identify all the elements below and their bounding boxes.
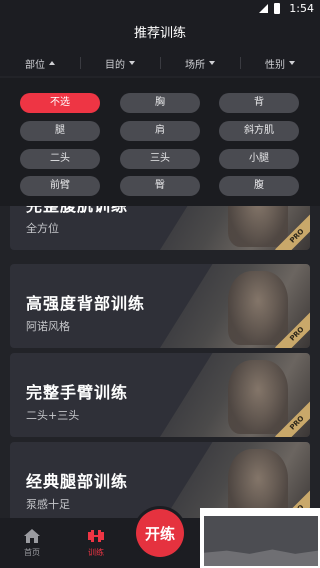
- status-bar: 1:54: [0, 0, 320, 18]
- filter-label: 目的: [105, 59, 125, 71]
- battery-icon: [274, 3, 280, 14]
- filter-location[interactable]: 场所: [160, 50, 240, 76]
- workout-title: 经典腿部训练: [26, 472, 129, 491]
- header: 推荐训练: [0, 18, 320, 50]
- workout-title: 高强度背部训练: [26, 294, 146, 313]
- tab-label: 首页: [24, 548, 40, 557]
- filter-goal[interactable]: 目的: [80, 50, 160, 76]
- chip-chest[interactable]: 胸: [120, 93, 200, 113]
- home-icon: [24, 529, 40, 543]
- caret-up-icon: [49, 61, 55, 65]
- workout-title: 完整手臂训练: [26, 383, 129, 402]
- filter-label: 部位: [25, 59, 45, 71]
- chip-shoulders[interactable]: 肩: [120, 121, 200, 141]
- filter-body-part[interactable]: 部位: [0, 50, 80, 76]
- chip-forearms[interactable]: 前臂: [20, 176, 100, 196]
- chip-glutes[interactable]: 臀: [120, 176, 200, 196]
- workout-card[interactable]: 高强度背部训练 阿诺风格 PRO: [10, 264, 310, 348]
- filter-label: 场所: [185, 59, 205, 71]
- filter-label: 性别: [265, 59, 285, 71]
- start-workout-button[interactable]: 开练: [136, 509, 184, 557]
- caret-down-icon: [129, 61, 135, 65]
- chip-none[interactable]: 不选: [20, 93, 100, 113]
- chip-legs[interactable]: 腿: [20, 121, 100, 141]
- dumbbell-icon: [88, 530, 104, 542]
- workout-subtitle: 全方位: [26, 222, 59, 235]
- filter-gender[interactable]: 性别: [240, 50, 320, 76]
- filter-bar: 部位 目的 场所 性别: [0, 50, 320, 76]
- caret-down-icon: [209, 61, 215, 65]
- body-part-dropdown: 不选 胸 背 腿 肩 斜方肌 二头 三头 小腿 前臂 臀 腹: [0, 78, 320, 206]
- workout-card[interactable]: 完整手臂训练 二头+三头 PRO: [10, 353, 310, 437]
- status-time: 1:54: [289, 2, 314, 15]
- chip-back[interactable]: 背: [219, 93, 299, 113]
- page-title: 推荐训练: [133, 26, 186, 41]
- chip-trapezius[interactable]: 斜方肌: [219, 121, 299, 141]
- tab-training[interactable]: 训练: [64, 518, 128, 568]
- caret-down-icon: [289, 61, 295, 65]
- workout-subtitle: 二头+三头: [26, 409, 80, 422]
- workout-subtitle: 阿诺风格: [26, 320, 70, 333]
- tab-home[interactable]: 首页: [0, 518, 64, 568]
- chip-triceps[interactable]: 三头: [120, 149, 200, 169]
- chip-abs[interactable]: 腹: [219, 176, 299, 196]
- video-thumbnail: [200, 508, 320, 568]
- chip-calves[interactable]: 小腿: [219, 149, 299, 169]
- workout-subtitle: 泵感十足: [26, 498, 70, 511]
- chip-biceps[interactable]: 二头: [20, 149, 100, 169]
- signal-icon: [259, 4, 268, 13]
- tab-label: 训练: [88, 548, 104, 557]
